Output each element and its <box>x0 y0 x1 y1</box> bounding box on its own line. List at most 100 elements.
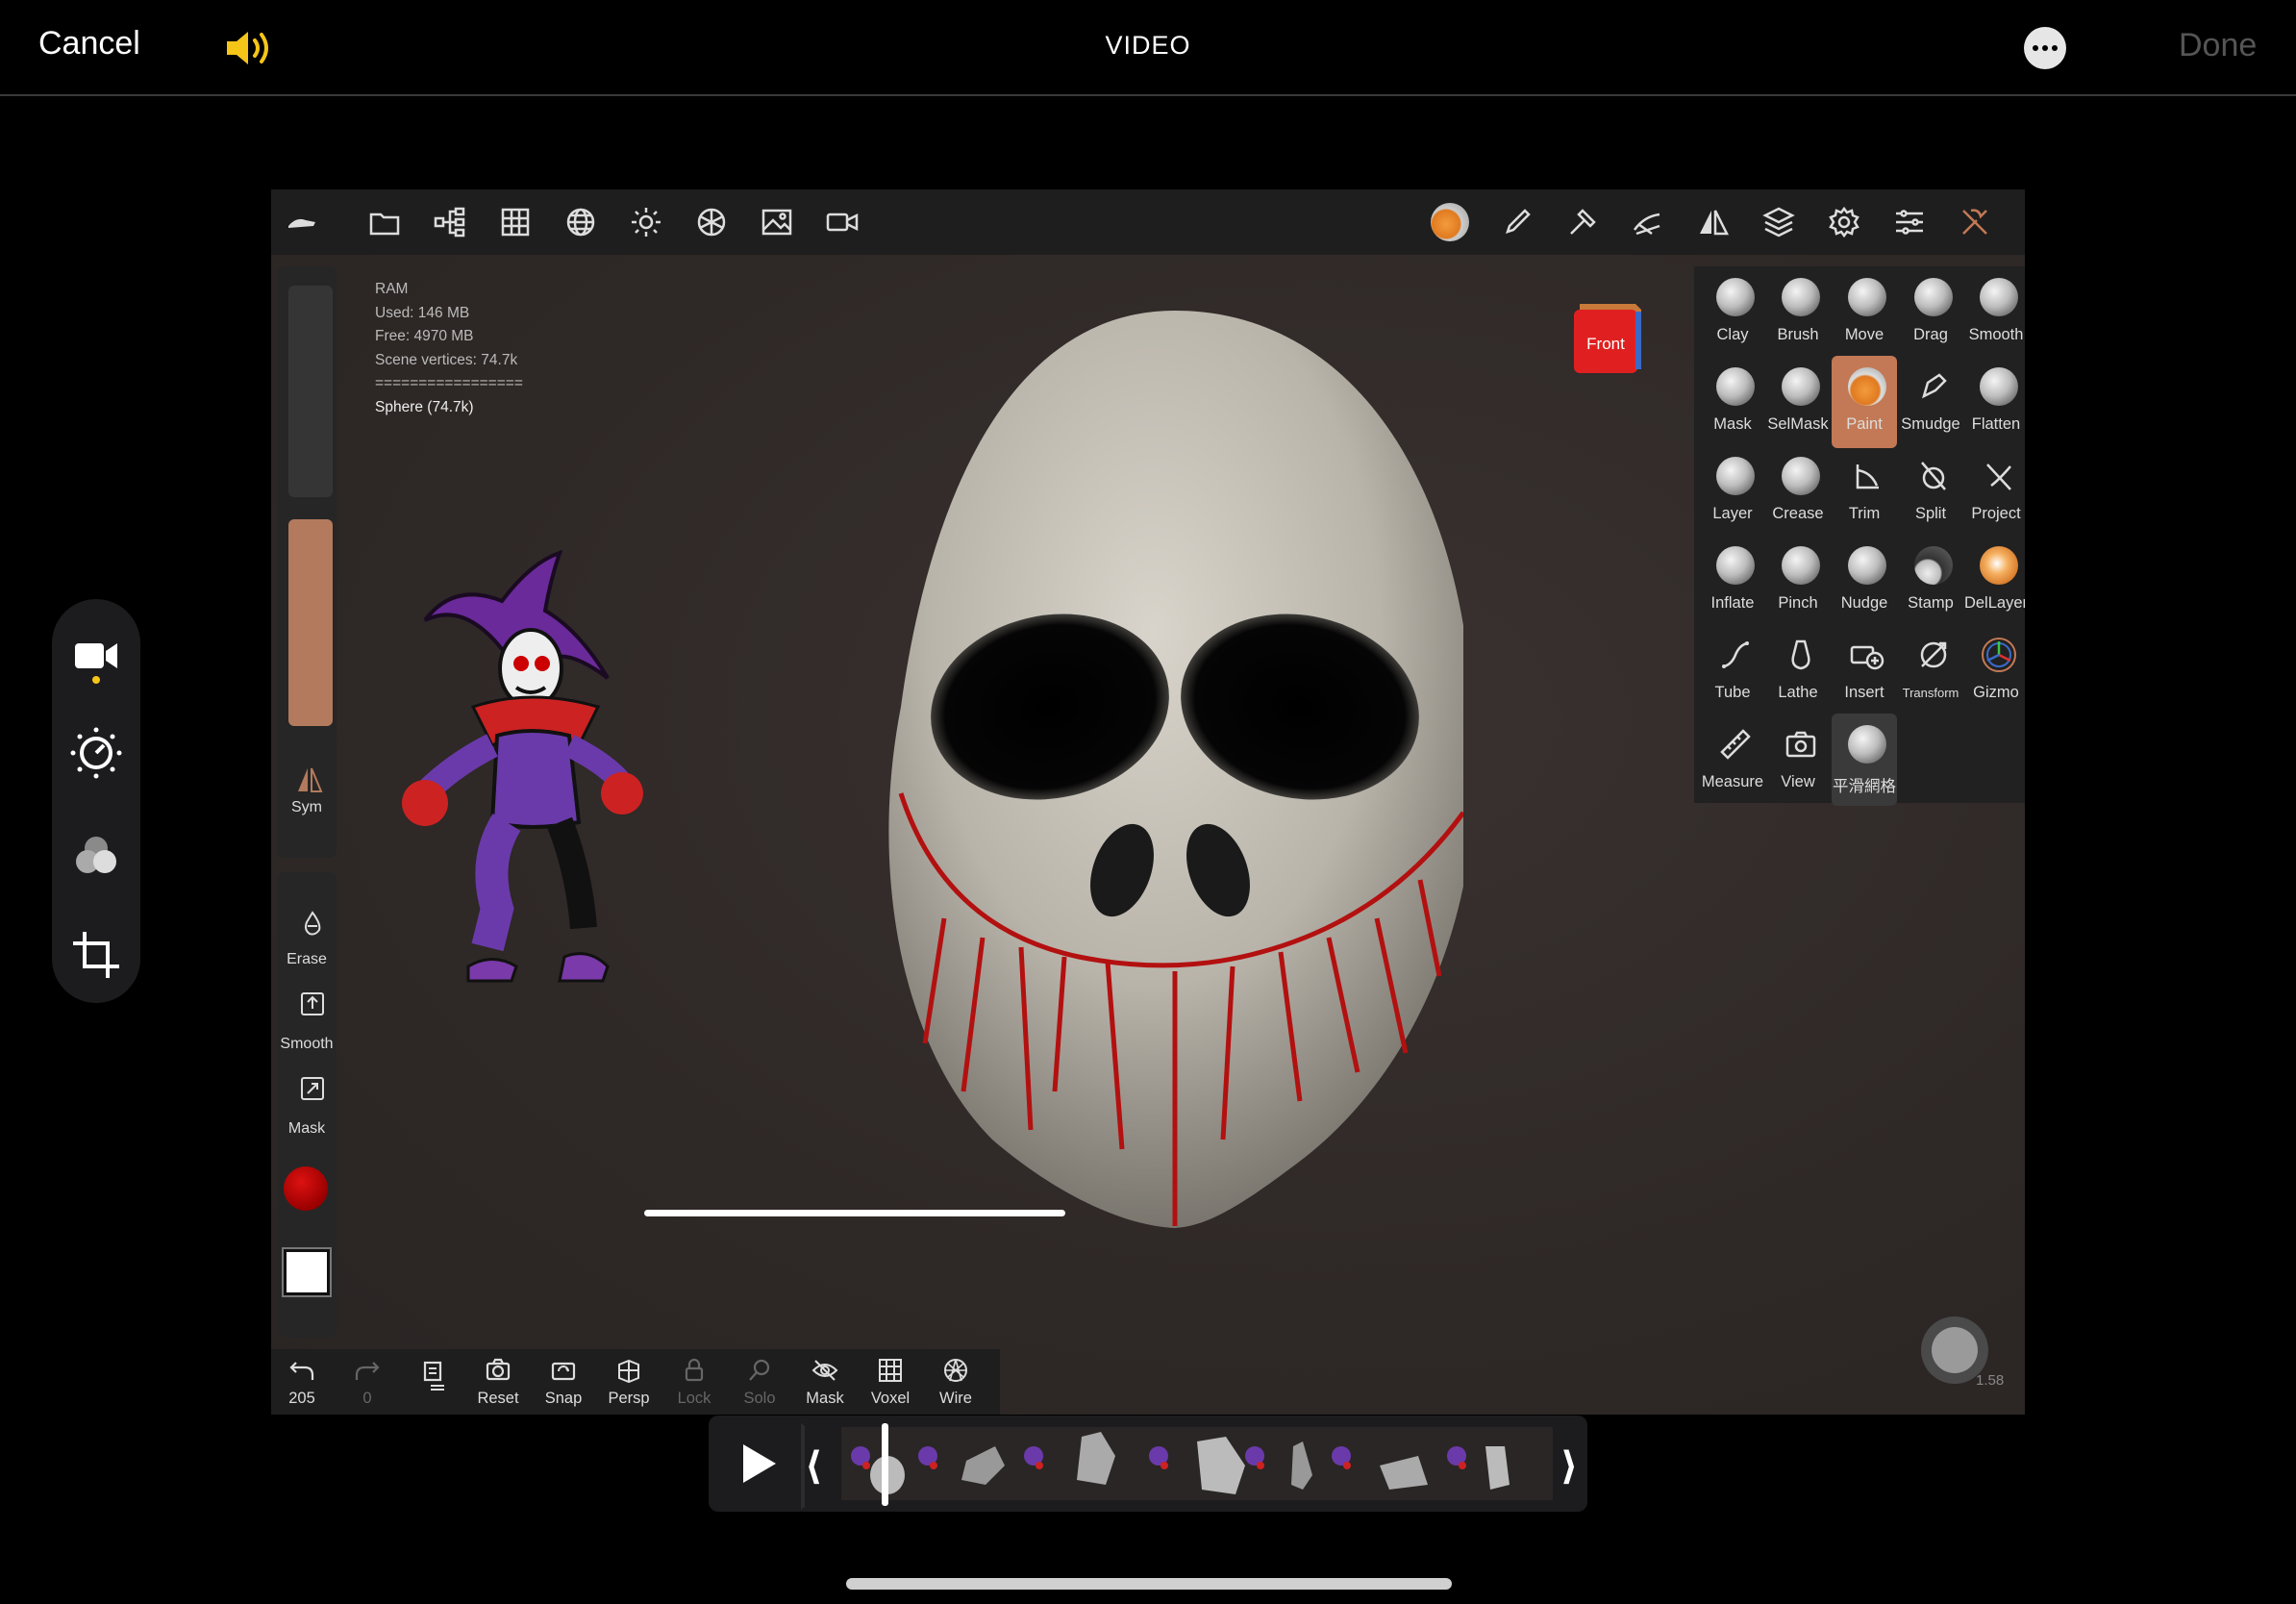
eye-off-icon <box>811 1360 838 1381</box>
tool-transform[interactable]: Transform <box>1898 628 1963 716</box>
voxel-button[interactable]: Voxel <box>860 1355 921 1413</box>
folder-icon[interactable] <box>367 205 402 239</box>
persp-button[interactable]: Persp <box>598 1355 660 1413</box>
tool-split[interactable]: Split <box>1898 449 1963 538</box>
tool-smooth[interactable]: Smooth <box>1963 270 2025 359</box>
radius-slider[interactable] <box>288 286 333 497</box>
trim-start-handle[interactable]: ⟨ <box>805 1444 822 1489</box>
solo-button[interactable]: Solo <box>729 1355 790 1413</box>
erase-icon[interactable] <box>298 909 327 938</box>
sym-label[interactable]: Sym <box>271 799 342 816</box>
video-camera-icon[interactable] <box>67 626 125 684</box>
timeline-playhead[interactable] <box>882 1423 888 1506</box>
nudge-icon <box>1848 546 1886 585</box>
left-brush-panel: Sym <box>277 266 337 858</box>
more-icon[interactable] <box>2024 27 2066 69</box>
paint-ball-icon[interactable] <box>1431 203 1469 241</box>
tool-mask[interactable]: Mask <box>1700 360 1765 448</box>
tool-brush[interactable]: Brush <box>1765 270 1831 359</box>
tool-clay[interactable]: Clay <box>1700 270 1765 359</box>
pen-icon[interactable] <box>1500 205 1535 239</box>
tool-nudge[interactable]: Nudge <box>1832 539 1897 627</box>
grid-icon[interactable] <box>498 205 533 239</box>
app-main-toolbar <box>271 189 2025 255</box>
tool-move[interactable]: Move <box>1832 270 1897 359</box>
wire-button[interactable]: Wire <box>925 1355 986 1413</box>
undo-button[interactable]: 205 <box>271 1355 333 1413</box>
crop-rotate-icon[interactable] <box>67 926 125 984</box>
done-button[interactable]: Done <box>2179 27 2257 64</box>
ram-used: Used: 146 MB <box>375 304 470 321</box>
mesh-name[interactable]: Sphere (74.7k) <box>375 396 523 420</box>
snap-button[interactable]: Snap <box>533 1355 594 1413</box>
zoom-value: 1.58 <box>1976 1372 2005 1389</box>
crease-icon <box>1782 457 1820 495</box>
sliders-icon[interactable] <box>1892 205 1927 239</box>
erase-label[interactable]: Erase <box>271 951 342 968</box>
smooth-icon <box>1980 278 2018 316</box>
tools-icon[interactable] <box>1958 205 1992 239</box>
trim-end-handle[interactable]: ⟩ <box>1560 1444 1578 1489</box>
smooth-label[interactable]: Smooth <box>271 1036 342 1053</box>
tool-crease[interactable]: Crease <box>1765 449 1831 538</box>
tool-project[interactable]: Project <box>1963 449 2025 538</box>
ram-free: Free: 4970 MB <box>375 328 474 344</box>
tool-smudge[interactable]: Smudge <box>1898 360 1963 448</box>
transform-icon <box>1920 641 1947 668</box>
redo-button[interactable]: 0 <box>337 1355 398 1413</box>
sphere-wire-icon[interactable] <box>563 205 598 239</box>
view-cube[interactable]: Front <box>1572 298 1643 375</box>
flatten-icon <box>1980 367 2018 406</box>
gear-icon[interactable] <box>1827 205 1861 239</box>
tool-measure[interactable]: Measure <box>1700 717 1765 806</box>
mask-icon[interactable] <box>298 1074 327 1103</box>
tool-gizmo[interactable]: Gizmo <box>1963 628 2025 716</box>
layers-icon[interactable] <box>1761 205 1796 239</box>
skull-mask-model[interactable] <box>886 303 1463 1245</box>
symmetry-icon[interactable] <box>296 766 323 793</box>
mask-label[interactable]: Mask <box>271 1120 342 1138</box>
filters-icon[interactable] <box>67 827 125 885</box>
sun-icon[interactable] <box>629 205 663 239</box>
home-indicator[interactable] <box>846 1578 1452 1590</box>
image-icon[interactable] <box>760 205 794 239</box>
wireframe-toggle[interactable] <box>402 1355 463 1413</box>
scene-tree-icon[interactable] <box>433 205 467 239</box>
page-title: VIDEO <box>1105 31 1191 60</box>
tool-tube[interactable]: Tube <box>1700 628 1765 716</box>
brush-stroke-icon[interactable] <box>1631 205 1665 239</box>
reset-button[interactable]: Reset <box>467 1355 529 1413</box>
jester-reference-image <box>402 549 643 983</box>
tool-paint[interactable]: Paint <box>1832 356 1897 448</box>
symmetry-icon[interactable] <box>1696 205 1731 239</box>
camera-icon[interactable] <box>825 205 860 239</box>
tool-layer[interactable]: Layer <box>1700 449 1765 538</box>
tool-pinch[interactable]: Pinch <box>1765 539 1831 627</box>
mask-visibility-button[interactable]: Mask <box>794 1355 856 1413</box>
layer-icon <box>1716 457 1755 495</box>
tool-inflate[interactable]: Inflate <box>1700 539 1765 627</box>
tool-view[interactable]: View <box>1765 717 1831 806</box>
play-icon[interactable] <box>737 1441 780 1487</box>
lock-button[interactable]: Lock <box>663 1355 725 1413</box>
tool-smooth-mesh[interactable]: 平滑網格 <box>1832 714 1897 806</box>
adjust-dial-icon[interactable] <box>67 724 125 782</box>
tool-trim[interactable]: Trim <box>1832 449 1897 538</box>
secondary-color-swatch[interactable] <box>282 1247 332 1297</box>
intensity-slider[interactable] <box>288 519 333 726</box>
tool-stamp[interactable]: Stamp <box>1898 539 1963 627</box>
tool-insert[interactable]: Insert <box>1832 628 1897 716</box>
hammer-icon[interactable] <box>1565 205 1600 239</box>
tool-lathe[interactable]: Lathe <box>1765 628 1831 716</box>
video-scrubber-bar[interactable] <box>644 1210 1065 1216</box>
tool-dellayer[interactable]: DelLayer <box>1963 539 2025 627</box>
tool-flatten[interactable]: Flatten <box>1963 360 2025 448</box>
paint-color-swatch[interactable] <box>284 1166 328 1211</box>
view-camera-icon <box>1785 731 1816 758</box>
tool-selmask[interactable]: SelMask <box>1765 360 1831 448</box>
smooth-icon[interactable] <box>298 990 327 1018</box>
tool-hand-icon[interactable] <box>285 205 319 239</box>
tool-drag[interactable]: Drag <box>1898 270 1963 359</box>
material-icon[interactable] <box>694 205 729 239</box>
scene-info: RAM Used: 146 MB Free: 4970 MB Scene ver… <box>375 278 523 419</box>
